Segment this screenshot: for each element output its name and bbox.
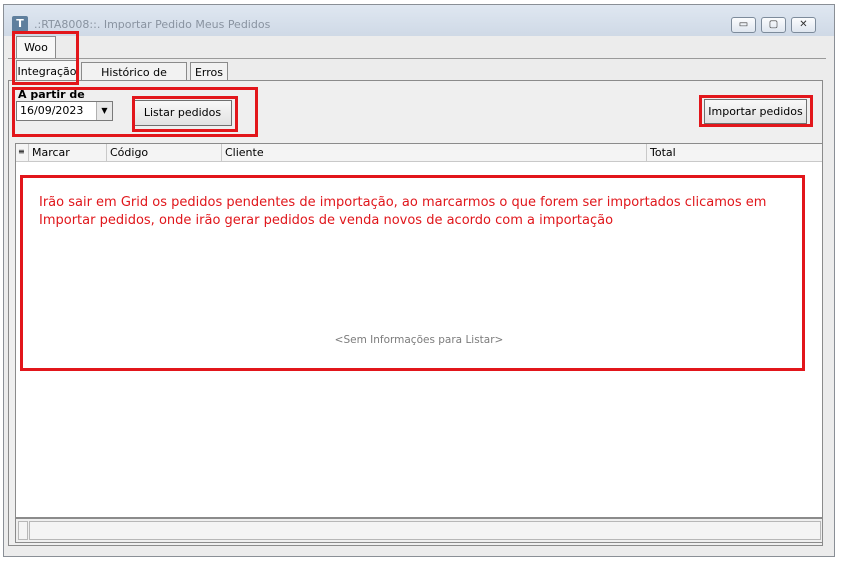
- column-header-cliente[interactable]: Cliente: [221, 144, 646, 161]
- tab-erros[interactable]: Erros: [190, 62, 228, 81]
- annotation-highlight-list-button: [132, 96, 238, 132]
- window-title: .:RTA8008::. Importar Pedido Meus Pedido…: [34, 18, 271, 31]
- column-header-marcar[interactable]: Marcar: [28, 144, 106, 161]
- status-segment: [29, 521, 821, 540]
- minimize-button[interactable]: ▭: [731, 17, 756, 33]
- column-header-codigo[interactable]: Código: [106, 144, 221, 161]
- grid-header: ≡ Marcar Código Cliente Total: [16, 144, 822, 162]
- maximize-button[interactable]: ▢: [761, 17, 786, 33]
- row-selector-icon: ≡: [18, 147, 25, 156]
- outer-tab-divider: [8, 58, 826, 59]
- annotation-highlight-import-button: [699, 95, 813, 127]
- close-button[interactable]: ✕: [791, 17, 816, 33]
- title-bar[interactable]: T .:RTA8008::. Importar Pedido Meus Pedi…: [4, 5, 834, 36]
- tab-historico-pedidos[interactable]: Histórico de pedidos: [81, 62, 187, 98]
- status-segment: [18, 521, 28, 540]
- annotation-highlight-woo-tab: [12, 31, 79, 85]
- column-header-total[interactable]: Total: [646, 144, 822, 161]
- app-icon: T: [12, 16, 28, 32]
- status-bar: [15, 518, 823, 543]
- annotation-highlight-grid: [20, 175, 805, 371]
